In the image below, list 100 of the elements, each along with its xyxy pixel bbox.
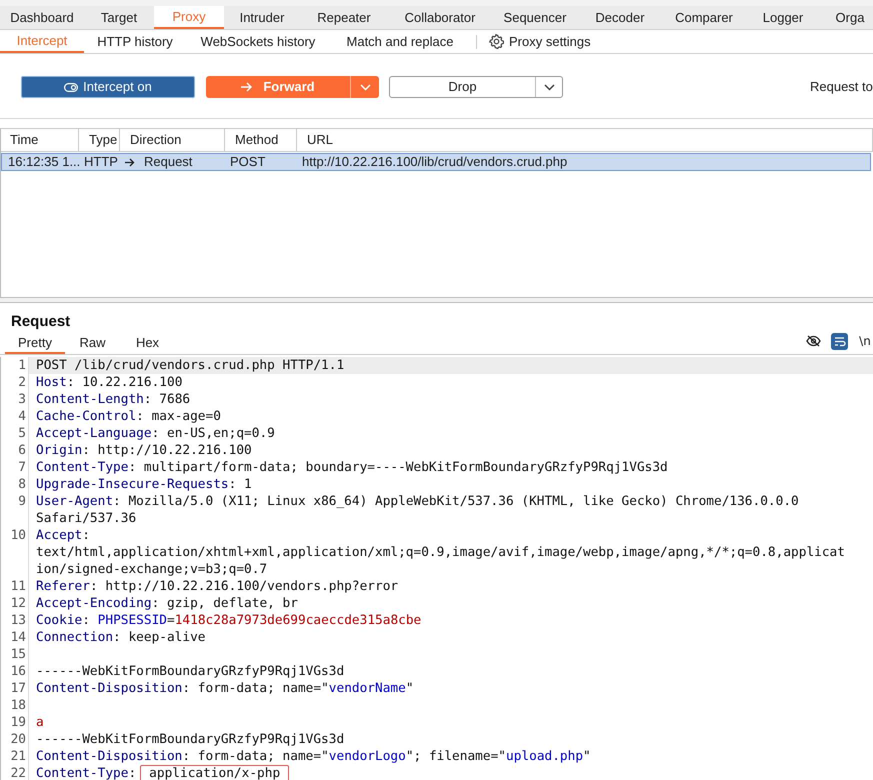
line-number: 10	[1, 527, 29, 544]
code-text: vendorLogo	[328, 749, 406, 764]
line-number: 8	[1, 476, 29, 493]
main-tab[interactable]: Decoder	[578, 6, 662, 29]
table-row[interactable]: 16:12:35 1... HTTP Request POST http://10.22.216.100/lib/crud/vendors.crud.php	[1, 153, 871, 171]
code-text: : form-data; name="	[182, 749, 329, 764]
code-text: Accept	[36, 528, 82, 543]
code-text: Referer	[36, 579, 90, 594]
code-text: Upgrade-Insecure-Requests	[36, 477, 229, 492]
code-text: Content-Disposition	[36, 749, 182, 764]
code-text: : Mozilla/5.0 (X11; Linux x86_64) AppleWebKit/537.36 (KHTML, like Gecko) Chrome/136.0.0.0	[113, 494, 799, 509]
sub-tab[interactable]: Match and replace	[330, 30, 470, 53]
column-header[interactable]: Direction	[120, 129, 225, 151]
arrow-right-icon	[241, 82, 254, 92]
code-text: User-Agent	[36, 494, 114, 509]
line-number: 21	[1, 748, 29, 765]
line-number: 22	[1, 765, 29, 780]
line-number: 2	[1, 374, 29, 391]
code-text: Accept-Encoding	[36, 596, 152, 611]
code-text: =	[167, 613, 175, 628]
settings-icon	[489, 34, 504, 49]
code-text: :	[82, 528, 90, 543]
column-header[interactable]: Time	[1, 129, 79, 151]
code-text: Accept-Language	[36, 426, 152, 441]
line-number: 7	[1, 459, 29, 476]
code-text: : 1	[228, 477, 252, 492]
code-text: PHPSESSID	[98, 613, 167, 628]
code-text: text/html,application/xhtml+xml,application/xml;q=0.9,image/avif,image/webp,image/apng,*/*;q=0.8,applicat	[36, 545, 845, 560]
code-text: ------WebKitFormBoundaryGRzfyP9Rqj1VGs3d	[36, 664, 344, 679]
code-text: : gzip, deflate, br	[152, 596, 298, 611]
code-text: :	[82, 613, 91, 628]
table-cell: Request	[144, 154, 192, 170]
main-tab[interactable]: Intruder	[224, 6, 300, 29]
code-text: "	[583, 749, 591, 764]
code-text: Content-Disposition	[36, 681, 182, 696]
line-number: 12	[1, 595, 29, 612]
main-tab[interactable]: Dashboard	[0, 6, 84, 29]
code-text: Content-Type	[36, 766, 128, 780]
wrap-lines-icon[interactable]	[831, 332, 848, 350]
line-number: 3	[1, 391, 29, 408]
toggle-icon	[64, 82, 78, 92]
line-number: 14	[1, 629, 29, 646]
line-number: 11	[1, 578, 29, 595]
chevron-down-icon	[360, 84, 370, 90]
request-to-label: Request to	[810, 78, 873, 96]
main-tab[interactable]: Sequencer	[492, 6, 578, 29]
sub-tab[interactable]: WebSockets history	[186, 30, 330, 53]
line-number: 19	[1, 714, 29, 731]
code-text: 1418c28a7973de699caeccde315a8cbe	[174, 613, 422, 628]
line-number: 17	[1, 680, 29, 697]
code-text: : http://10.22.216.100/vendors.php?error	[90, 579, 398, 594]
code-text: Content-Type	[36, 460, 128, 475]
main-tab[interactable]: Repeater	[300, 6, 388, 29]
main-tab[interactable]: Target	[84, 6, 154, 29]
main-tab[interactable]: Logger	[746, 6, 820, 29]
line-number: 5	[1, 425, 29, 442]
code-text: : 10.22.216.100	[66, 375, 182, 390]
column-header[interactable]: Method	[225, 129, 297, 151]
column-header[interactable]: Type	[79, 129, 120, 151]
line-number: 20	[1, 731, 29, 748]
code-text: : multipart/form-data; boundary=----WebKitFormBoundaryGRzfyP9Rqj1VGs3d	[128, 460, 668, 475]
table-cell-text: 16:12:35 1...	[7, 154, 80, 170]
code-text: Connection	[36, 630, 114, 645]
column-header[interactable]: URL	[297, 129, 873, 151]
editor-tab[interactable]: Raw	[65, 333, 120, 354]
code-text: upload.php	[506, 749, 584, 764]
line-number: 4	[1, 408, 29, 425]
code-text: ion/signed-exchange;v=b3;q=0.7	[36, 562, 268, 577]
main-tab[interactable]: Orga	[820, 6, 873, 29]
code-text: a	[36, 715, 44, 730]
line-number: 18	[1, 697, 29, 714]
editor-tab[interactable]: Hex	[120, 333, 175, 354]
line-number: 15	[1, 646, 29, 663]
table-cell-text: POST	[229, 154, 266, 170]
highlighted-text: application/x-php	[140, 765, 290, 780]
newline-toggle[interactable]: \n	[858, 332, 872, 350]
arrow-right-icon	[125, 158, 135, 166]
code-text: Cookie	[36, 613, 82, 628]
table-cell-text: HTTP	[83, 154, 119, 170]
chevron-down-icon	[544, 84, 554, 90]
panel-title: Request	[10, 312, 72, 332]
code-text: : max-age=0	[136, 409, 221, 424]
code-text: "	[406, 681, 414, 696]
code-text: : form-data; name="	[182, 681, 329, 696]
main-tab[interactable]: Comparer	[662, 6, 746, 29]
code-text: Cache-Control	[36, 409, 136, 424]
code-text: "; filename="	[406, 749, 506, 764]
line-number: 6	[1, 442, 29, 459]
proxy-settings-button[interactable]: Proxy settings	[483, 30, 591, 53]
code-text: vendorName	[328, 681, 406, 696]
main-tab[interactable]: Collaborator	[388, 6, 492, 29]
code-text: Safari/537.36	[36, 511, 136, 526]
code-text: : 7686	[144, 392, 190, 407]
editor-tab[interactable]: Pretty	[5, 333, 65, 354]
eye-slash-icon[interactable]	[806, 335, 821, 347]
intercept-toggle-button[interactable]: Intercept on	[21, 76, 195, 98]
code-text: ------WebKitFormBoundaryGRzfyP9Rqj1VGs3d	[36, 732, 344, 747]
sub-tab[interactable]: HTTP history	[84, 30, 186, 53]
code-text: : http://10.22.216.100	[82, 443, 252, 458]
code-text: : keep-alive	[113, 630, 206, 645]
